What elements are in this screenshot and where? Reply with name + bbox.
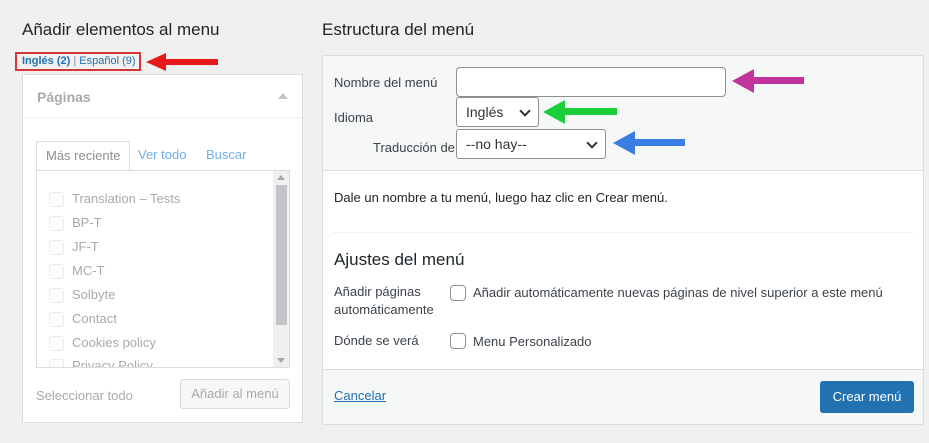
pages-list: Translation – Tests BP-T JF-T MC-T Solby… [36,170,290,368]
location-checkbox[interactable] [450,333,466,349]
page-label: Solbyte [72,287,116,302]
add-to-menu-button[interactable]: Añadir al menú [180,379,290,409]
page-checkbox[interactable] [49,264,64,280]
page-checkbox[interactable] [49,312,64,328]
page-label: JF-T [72,239,99,254]
auto-add-label: Añadir páginas automáticamente [334,283,434,319]
list-item[interactable]: Contact [49,311,117,331]
menu-instructions: Dale un nombre a tu menú, luego haz clic… [334,190,668,205]
green-arrow-icon [543,100,617,124]
red-arrow-icon [146,53,218,71]
list-item[interactable]: Solbyte [49,287,115,307]
language-switcher: Inglés (2) | Español (9) [15,52,141,71]
page-label: BP-T [72,215,102,230]
page-checkbox[interactable] [49,359,64,367]
pages-scrollbar[interactable] [273,171,289,367]
tab-view-all[interactable]: Ver todo [129,141,195,170]
language-select-value: Inglés [466,104,504,120]
chevron-down-icon [586,137,598,149]
auto-add-label-line1: Añadir páginas [334,284,421,299]
page-label: Contact [72,311,117,326]
pages-panel-header[interactable]: Páginas [23,75,302,118]
page-label: Translation – Tests [72,191,181,206]
menu-structure-title: Estructura del menú [322,20,475,39]
magenta-arrow-icon [732,69,804,93]
menu-settings-title: Ajustes del menú [334,250,465,269]
select-all-link[interactable]: Seleccionar todo [36,388,133,403]
list-item[interactable]: Translation – Tests [49,191,180,211]
menu-name-label: Nombre del menú [334,75,438,90]
language-link-spanish[interactable]: Español (9) [79,55,135,67]
blue-arrow-icon [613,131,685,155]
add-menu-items-title: Añadir elementos al menu [22,20,220,39]
page-checkbox[interactable] [49,192,64,208]
list-item[interactable]: MC-T [49,263,105,283]
divider [333,232,913,233]
list-item[interactable]: Cookies policy [49,335,156,355]
list-item[interactable]: BP-T [49,215,102,235]
auto-add-checkbox[interactable] [450,285,466,301]
cancel-link[interactable]: Cancelar [334,388,386,403]
collapse-arrow-icon[interactable] [278,93,288,99]
page-checkbox[interactable] [49,240,64,256]
translation-label: Traducción de [373,140,455,155]
page-label: Cookies policy [72,335,156,350]
scrollbar-thumb[interactable] [276,185,287,325]
menu-structure-panel: Nombre del menú Idioma Inglés Traducción… [322,55,924,425]
language-select[interactable]: Inglés [456,97,539,127]
chevron-down-icon [519,105,531,117]
menu-footer: Cancelar Crear menú [323,369,923,424]
list-item[interactable]: JF-T [49,239,99,259]
list-item[interactable]: Privacy Policy [49,358,153,368]
tab-search[interactable]: Buscar [197,141,255,170]
pages-panel: Páginas Más reciente Ver todo Buscar Tra… [22,74,303,423]
language-separator: | [73,55,77,67]
create-menu-button[interactable]: Crear menú [820,381,914,413]
page-label: Privacy Policy [72,358,153,368]
scroll-down-icon[interactable] [277,358,285,363]
pages-panel-title: Páginas [37,89,91,105]
auto-add-label-line2: automáticamente [334,302,434,317]
menu-name-input[interactable] [456,67,726,97]
scroll-up-icon[interactable] [277,175,285,180]
location-option-label[interactable]: Menu Personalizado [473,334,592,349]
page-checkbox[interactable] [49,288,64,304]
tab-most-recent[interactable]: Más reciente [36,141,131,170]
translation-select-value: --no hay-- [466,136,527,152]
pages-tabs: Más reciente Ver todo Buscar [36,141,290,171]
language-label: Idioma [334,110,374,125]
translation-select[interactable]: --no hay-- [456,129,606,159]
language-link-english[interactable]: Inglés (2) [22,55,70,67]
page-checkbox[interactable] [49,216,64,232]
location-label: Dónde se verá [334,333,419,348]
page-label: MC-T [72,263,105,278]
auto-add-option-label[interactable]: Añadir automáticamente nuevas páginas de… [473,285,883,300]
page-checkbox[interactable] [49,336,64,352]
